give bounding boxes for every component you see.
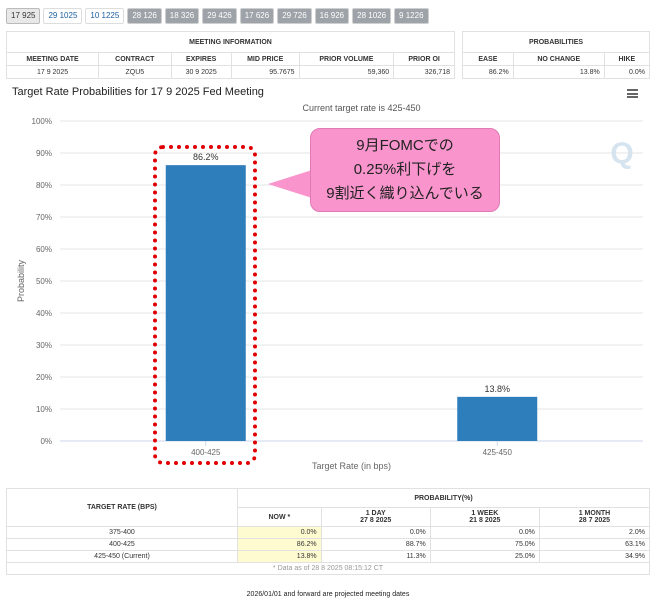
tab-meeting[interactable]: 16 926	[314, 8, 350, 24]
y-tick-label: 10%	[36, 405, 52, 414]
hamburger-menu-icon[interactable]	[627, 89, 638, 98]
table-cell: 13.8%	[512, 65, 605, 79]
column-header-now: NOW *	[237, 507, 322, 527]
column-header: MEETING DATE	[5, 52, 100, 66]
table-cell: 0.0%	[429, 526, 540, 539]
y-tick-label: 90%	[36, 149, 52, 158]
y-axis-title: Probability	[16, 259, 26, 302]
y-tick-label: 80%	[36, 181, 52, 190]
bar	[457, 396, 538, 441]
tab-meeting[interactable]: 28 126	[127, 8, 162, 24]
table-cell: 17 9 2025	[5, 65, 100, 79]
watermark-logo: Q	[610, 137, 633, 170]
rate-cell: 425-450 (Current)	[6, 550, 238, 563]
table-row: 400-425 86.2% 88.7% 75.0% 63.1%	[6, 538, 651, 551]
annotation-callout: 9月FOMCでの 0.25%利下げを 9割近く織り込んでいる	[310, 128, 500, 212]
tab-meeting[interactable]: 9 1226	[394, 8, 429, 24]
rate-cell: 375-400	[6, 526, 238, 539]
table-row: 375-400 0.0% 0.0% 0.0% 2.0%	[6, 526, 651, 539]
column-header-1day: 1 DAY 27 8 2025	[320, 507, 431, 527]
tab-meeting[interactable]: 10 1225	[85, 8, 125, 24]
column-header: HIKE	[603, 52, 651, 66]
table-cell: 0.0%	[237, 526, 322, 539]
table-cell: 25.0%	[429, 550, 540, 563]
column-header: NO CHANGE	[512, 52, 605, 66]
chart-subtitle: Current target rate is 425-450	[302, 103, 420, 113]
table-cell: 30 9 2025	[170, 65, 232, 79]
table-cell: 95.7675	[230, 65, 300, 79]
column-header: EASE	[462, 52, 514, 66]
callout-line: 9割近く織り込んでいる	[326, 185, 484, 202]
rate-cell: 400-425	[6, 538, 238, 551]
meeting-tabs: 17 925 29 1025 10 1225 28 126 18 326 29 …	[6, 8, 429, 24]
data-timestamp-note: * Data as of 28 8 2025 08:15:12 CT	[6, 562, 650, 575]
table-row: 17 9 2025 ZQU5 30 9 2025 95.7675 59,360 …	[5, 65, 455, 79]
column-header: PRIOR OI	[393, 52, 455, 66]
table-cell: 0.0%	[603, 65, 651, 79]
tab-meeting[interactable]: 17 925	[6, 8, 41, 24]
meeting-info-heading: MEETING INFORMATION	[6, 31, 455, 53]
y-tick-label: 50%	[36, 277, 52, 286]
callout-line: 0.25%利下げを	[353, 161, 457, 178]
column-header: MID PRICE	[230, 52, 300, 66]
probability-group-header: PROBABILITY(%)	[237, 488, 650, 508]
table-cell: 75.0%	[429, 538, 540, 551]
y-tick-label: 70%	[36, 213, 52, 222]
table-row: 86.2% 13.8% 0.0%	[462, 65, 651, 79]
y-tick-label: 60%	[36, 245, 52, 254]
column-header-1week: 1 WEEK 21 8 2025	[429, 507, 540, 527]
y-tick-label: 100%	[32, 117, 52, 126]
y-tick-label: 0%	[40, 437, 52, 446]
table-cell: 63.1%	[538, 538, 651, 551]
x-axis-title: Target Rate (in bps)	[312, 461, 391, 471]
tab-meeting[interactable]: 29 426	[202, 8, 237, 24]
tab-meeting[interactable]: 18 326	[164, 8, 200, 24]
y-tick-label: 30%	[36, 341, 52, 350]
probability-history-table: TARGET RATE (BPS) PROBABILITY(%) NOW * 1…	[6, 488, 651, 575]
table-cell: 59,360	[298, 65, 395, 79]
chart-title: Target Rate Probabilities for 17 9 2025 …	[12, 86, 264, 98]
tab-meeting[interactable]: 28 1026	[352, 8, 392, 24]
table-cell: 0.0%	[320, 526, 431, 539]
table-cell: 86.2%	[462, 65, 514, 79]
highlight-dotted-frame	[153, 145, 257, 465]
table-cell: 86.2%	[237, 538, 322, 551]
probabilities-table: PROBABILITIES EASE NO CHANGE HIKE 86.2% …	[462, 31, 651, 79]
table-cell: 326,718	[393, 65, 455, 79]
callout-pointer	[268, 170, 312, 198]
table-cell: ZQU5	[98, 65, 172, 79]
tab-meeting[interactable]: 29 1025	[43, 8, 83, 24]
column-header: PRIOR VOLUME	[298, 52, 395, 66]
footer-note: 2026/01/01 and forward are projected mee…	[246, 591, 410, 598]
column-header-1month: 1 MONTH 28 7 2025	[538, 507, 651, 527]
tab-meeting[interactable]: 17 626	[239, 8, 275, 24]
data-label: 13.8%	[484, 384, 510, 394]
x-tick-label: 425-450	[483, 448, 513, 457]
y-tick-label: 20%	[36, 373, 52, 382]
table-cell: 88.7%	[320, 538, 431, 551]
column-header: CONTRACT	[98, 52, 172, 66]
table-cell: 34.9%	[538, 550, 651, 563]
meeting-info-table: MEETING INFORMATION MEETING DATE CONTRAC…	[5, 31, 455, 79]
probabilities-heading: PROBABILITIES	[462, 31, 650, 53]
table-cell: 13.8%	[237, 550, 322, 563]
table-cell: 11.3%	[320, 550, 431, 563]
column-header: EXPIRES	[170, 52, 232, 66]
target-rate-header: TARGET RATE (BPS)	[6, 488, 238, 527]
table-cell: 2.0%	[538, 526, 651, 539]
y-tick-label: 40%	[36, 309, 52, 318]
tab-meeting[interactable]: 29 726	[277, 8, 312, 24]
callout-line: 9月FOMCでの	[356, 137, 454, 154]
table-row: 425-450 (Current) 13.8% 11.3% 25.0% 34.9…	[6, 550, 651, 563]
